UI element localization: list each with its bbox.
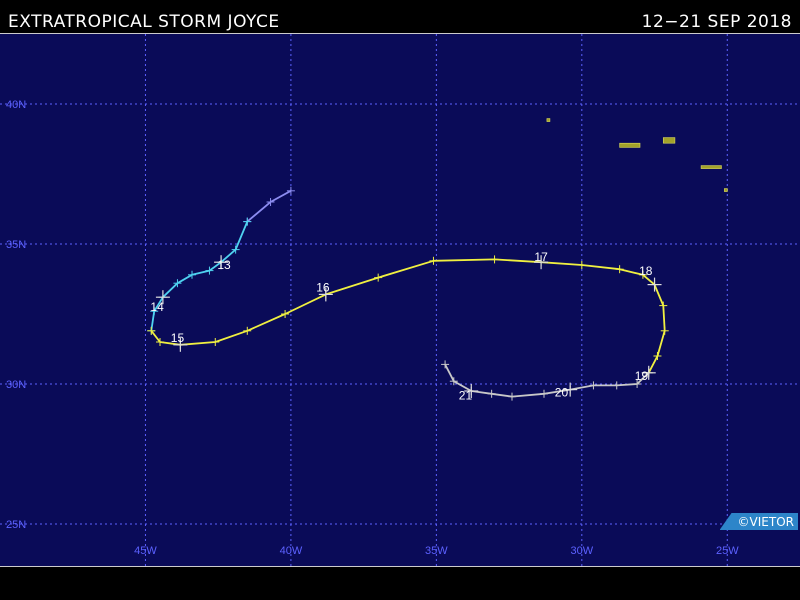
- lon-label: 25W: [716, 545, 739, 557]
- day-label: 21: [459, 388, 473, 402]
- lon-label: 35W: [425, 545, 448, 557]
- map-title: EXTRATROPICAL STORM JOYCE: [8, 12, 280, 32]
- track-segment: [150, 258, 666, 374]
- date-range: 12−21 SEP 2018: [641, 12, 792, 32]
- day-label: 18: [639, 264, 653, 278]
- day-label: 20: [555, 386, 569, 400]
- day-labels: 13 14 15 16 17 18 19 20 21: [150, 250, 652, 403]
- island: [619, 142, 641, 148]
- day-label: 14: [150, 300, 164, 314]
- graticule: 40N 35N 30N 25N 45W 40W 35W 30W 25W: [0, 34, 800, 566]
- island: [662, 137, 676, 144]
- lat-label: 25N: [6, 519, 26, 531]
- track-segment: [246, 190, 292, 223]
- lon-label: 40W: [280, 545, 303, 557]
- lat-label: 40N: [6, 99, 26, 111]
- azores-islands: [546, 118, 728, 192]
- day-label: 17: [534, 250, 548, 264]
- track-segment: [150, 221, 249, 331]
- day-label: 15: [171, 331, 185, 345]
- lat-label: 30N: [6, 379, 26, 391]
- storm-track-map: 40N 35N 30N 25N 45W 40W 35W 30W 25W 13 14 15 16 17 18…: [0, 33, 800, 567]
- track-chart: 40N 35N 30N 25N 45W 40W 35W 30W 25W 13 14 15 16 17 18…: [0, 34, 800, 566]
- storm-track: [147, 186, 669, 401]
- day-label: 19: [635, 369, 649, 383]
- lon-label: 45W: [134, 545, 157, 557]
- lat-label: 35N: [6, 239, 26, 251]
- copyright-badge: ©VIETOR: [719, 513, 798, 530]
- island: [724, 188, 728, 192]
- day-label: 16: [316, 281, 330, 295]
- day-label: 13: [217, 258, 231, 272]
- lon-label: 30W: [571, 545, 594, 557]
- position-marks: [155, 255, 662, 398]
- track-segment: [444, 363, 650, 398]
- island: [700, 165, 722, 169]
- island: [546, 118, 551, 122]
